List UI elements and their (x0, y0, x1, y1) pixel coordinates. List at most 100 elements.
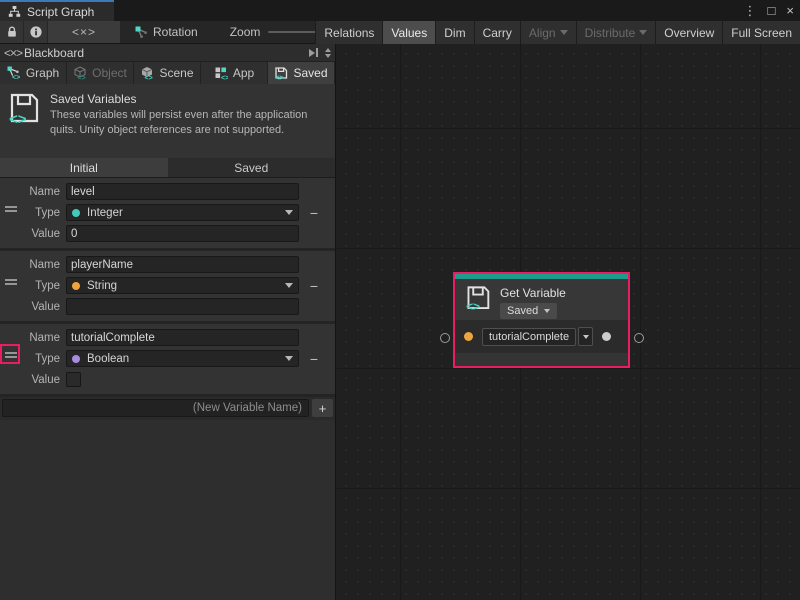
variable-name-input[interactable] (66, 329, 299, 346)
maximize-icon[interactable]: □ (768, 3, 776, 18)
type-color-dot (72, 209, 80, 217)
collapse-expand-icon[interactable] (325, 48, 331, 58)
window-menu-icon[interactable]: ⋮ (744, 3, 757, 19)
saved-variables-info: <> Saved Variables These variables will … (0, 84, 335, 158)
variable-value-input[interactable] (66, 225, 299, 242)
new-variable-input[interactable] (2, 399, 309, 417)
svg-text:<>: <> (275, 73, 284, 80)
name-label: Name (0, 332, 66, 344)
blackboard-header: <×> Blackboard (0, 44, 335, 62)
info-icon (29, 25, 43, 39)
blackboard-empty-area (0, 420, 335, 600)
variable-type-dropdown[interactable]: Boolean (66, 350, 299, 367)
variable-group-playerName: Name Type String − Value (0, 251, 335, 321)
chevron-down-icon (639, 30, 647, 35)
dim-button[interactable]: Dim (435, 21, 473, 44)
tab-saved[interactable]: <> Saved (268, 62, 334, 84)
code-brackets-icon: <×> (4, 46, 22, 60)
output-port[interactable] (634, 333, 644, 343)
lock-icon (5, 25, 19, 39)
remove-variable-button[interactable]: − (299, 279, 329, 293)
variable-value-input[interactable] (66, 298, 299, 315)
variable-input-port[interactable] (464, 332, 473, 341)
floppy-disk-icon: <> (274, 66, 288, 80)
dock-panel-icon[interactable] (309, 48, 318, 57)
graph-canvas[interactable]: <> Get Variable Saved tutorialComplete (337, 44, 800, 600)
rotation-control[interactable]: Rotation (121, 21, 208, 43)
title-bar: Script Graph ⋮ □ × (0, 0, 800, 21)
lock-button[interactable] (0, 21, 23, 43)
info-title: Saved Variables (50, 92, 327, 106)
variable-name-input[interactable] (66, 183, 299, 200)
graph-icon: <> (7, 66, 21, 80)
variable-scope-tabs: <> Graph <> Object (0, 62, 335, 84)
remove-variable-button[interactable]: − (299, 206, 329, 220)
type-color-dot (72, 282, 80, 290)
type-color-dot (72, 355, 80, 363)
graph-toolbar: <×> Rotation Zoom 1x Relations Values Di (0, 21, 800, 44)
rotation-label: Rotation (153, 25, 198, 39)
new-variable-row: + (0, 397, 335, 420)
variables-list: Name Type Integer − Value (0, 178, 335, 420)
tab-app[interactable]: <> App (201, 62, 267, 84)
svg-text:<>: <> (466, 299, 480, 312)
drag-handle-icon[interactable] (5, 352, 17, 358)
full-screen-button[interactable]: Full Screen (722, 21, 800, 44)
chevron-down-icon (285, 356, 293, 361)
tab-title: Script Graph (27, 5, 94, 19)
remove-variable-button[interactable]: − (299, 352, 329, 366)
code-preview-button[interactable]: <×> (48, 21, 120, 43)
svg-text:<>: <> (145, 75, 153, 80)
value-label: Value (0, 374, 66, 386)
saved-variable-icon: <> (465, 285, 491, 312)
values-button[interactable]: Values (382, 21, 435, 44)
name-label: Name (0, 259, 66, 271)
value-output-port[interactable] (602, 332, 611, 341)
tab-scene[interactable]: <> Scene (134, 62, 200, 84)
value-label: Value (0, 301, 66, 313)
variable-value-checkbox[interactable] (66, 372, 81, 387)
distribute-dropdown[interactable]: Distribute (576, 21, 656, 44)
drag-handle-icon[interactable] (5, 279, 17, 285)
subtab-saved[interactable]: Saved (168, 158, 336, 177)
subtab-initial[interactable]: Initial (0, 158, 168, 177)
svg-text:<>: <> (221, 75, 228, 80)
variable-group-level: Name Type Integer − Value (0, 178, 335, 248)
info-button[interactable] (24, 21, 47, 43)
carry-button[interactable]: Carry (474, 21, 520, 44)
chevron-down-icon (560, 30, 568, 35)
tab-script-graph[interactable]: Script Graph (0, 0, 114, 21)
variable-type-dropdown[interactable]: Integer (66, 204, 299, 221)
tab-object[interactable]: <> Object (67, 62, 133, 84)
chevron-down-icon (544, 309, 550, 313)
input-port[interactable] (440, 333, 450, 343)
variable-type-dropdown[interactable]: String (66, 277, 299, 294)
zoom-label: Zoom (230, 25, 261, 39)
value-mode-tabs: Initial Saved (0, 158, 335, 178)
close-icon[interactable]: × (786, 3, 794, 18)
align-dropdown[interactable]: Align (520, 21, 576, 44)
overview-button[interactable]: Overview (655, 21, 722, 44)
app-blocks-icon: <> (214, 66, 228, 80)
chevron-down-icon (285, 210, 293, 215)
add-variable-button[interactable]: + (312, 399, 333, 417)
svg-text:<>: <> (12, 75, 20, 81)
scene-icon: <> (140, 66, 154, 80)
svg-text:<>: <> (9, 111, 27, 126)
get-variable-node[interactable]: <> Get Variable Saved tutorialComplete (453, 272, 630, 368)
info-description: These variables will persist even after … (50, 108, 327, 138)
chevron-down-icon (285, 283, 293, 288)
variable-scope-dropdown[interactable]: Saved (500, 303, 557, 319)
node-footer (455, 353, 628, 366)
value-label: Value (0, 228, 66, 240)
variable-name-input[interactable] (66, 256, 299, 273)
rotation-gizmo-icon (135, 26, 148, 39)
saved-variables-icon: <> (8, 92, 40, 158)
relations-button[interactable]: Relations (315, 21, 382, 44)
cube-icon: <> (73, 66, 87, 80)
node-title: Get Variable (500, 287, 566, 299)
drag-handle-icon[interactable] (5, 206, 17, 212)
variable-name-dropdown[interactable]: tutorialComplete (482, 327, 593, 346)
tab-graph[interactable]: <> Graph (0, 62, 66, 84)
blackboard-title: Blackboard (24, 46, 84, 60)
